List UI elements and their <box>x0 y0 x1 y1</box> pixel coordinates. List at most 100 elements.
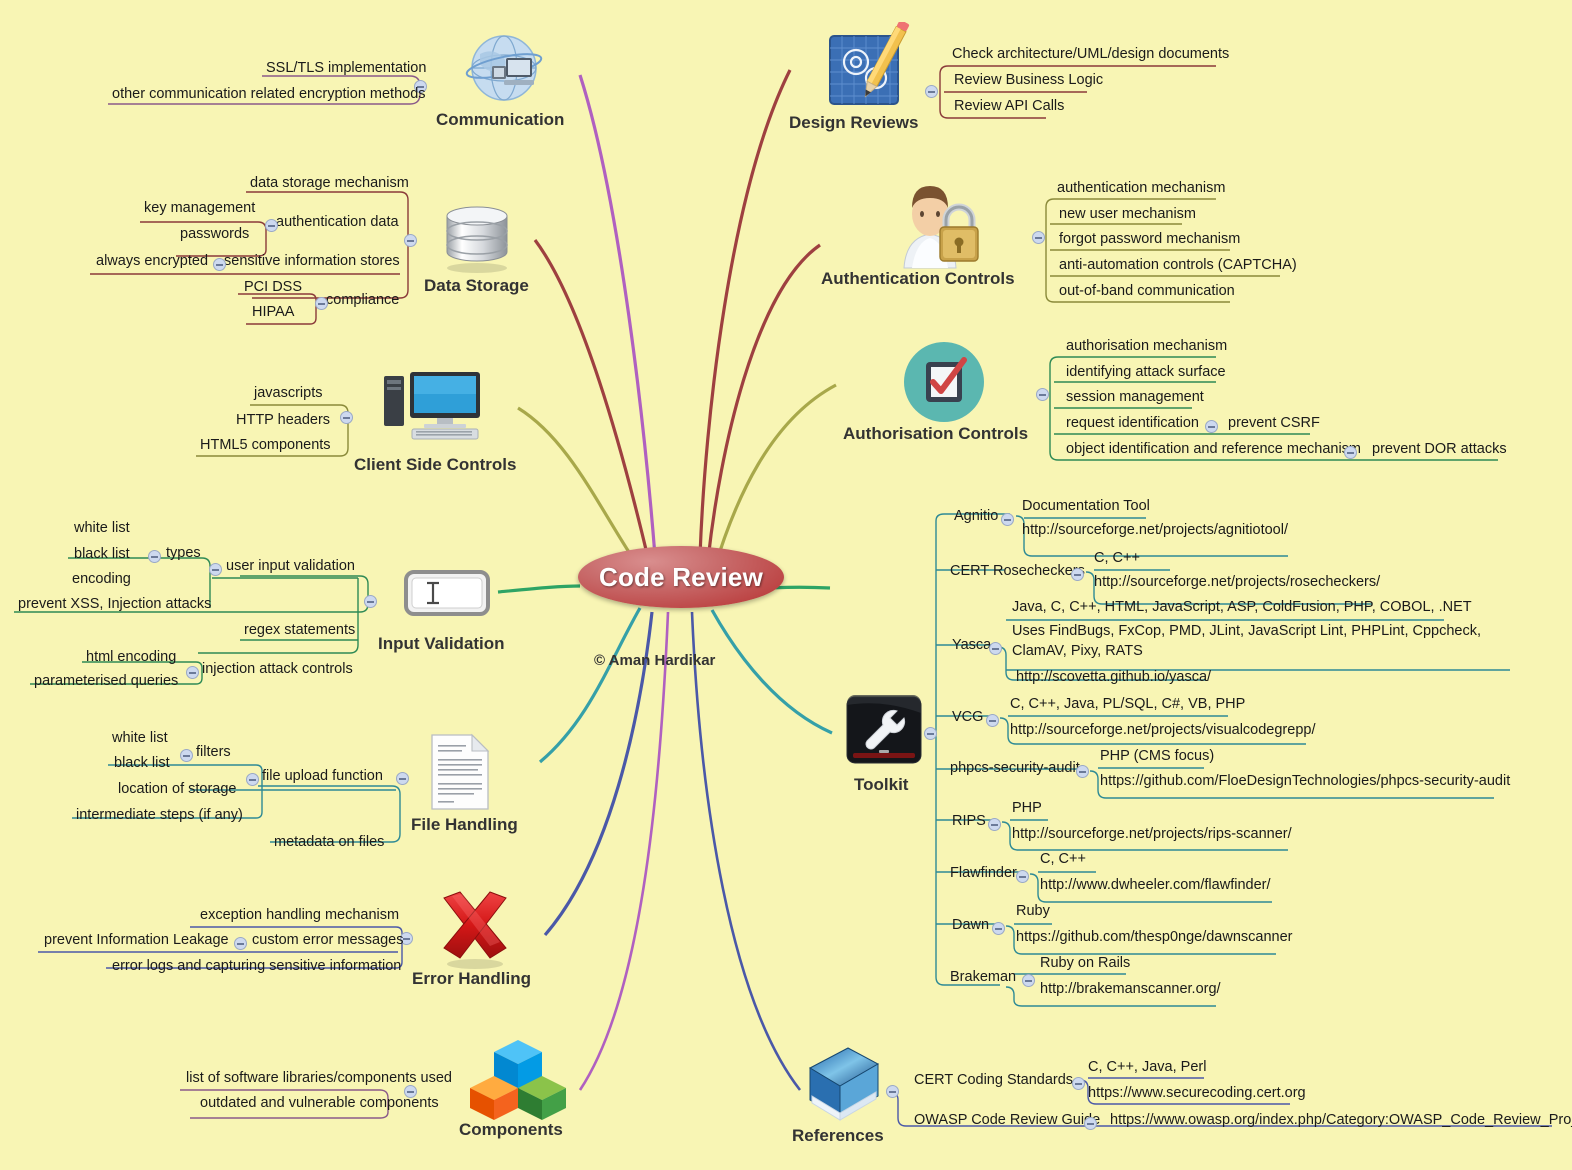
leaf-check-architecture[interactable]: Check architecture/UML/design documents <box>948 44 1233 68</box>
leaf-list-of-libraries[interactable]: list of software libraries/components us… <box>182 1068 456 1092</box>
collapse-dot-toolkit[interactable] <box>924 727 937 740</box>
collapse-dot-compliance[interactable] <box>315 297 328 310</box>
collapse-dot-phpcs[interactable] <box>1076 765 1089 778</box>
collapse-dot-file-upload[interactable] <box>246 773 259 786</box>
leaf-review-business-logic[interactable]: Review Business Logic <box>950 70 1107 94</box>
leaf-authentication-mechanism[interactable]: authentication mechanism <box>1053 178 1229 202</box>
leaf-html-encoding[interactable]: html encoding <box>82 647 180 671</box>
leaf-identifying-attack-surface[interactable]: identifying attack surface <box>1062 362 1230 386</box>
leaf-http-headers[interactable]: HTTP headers <box>232 410 334 434</box>
leaf-review-api-calls[interactable]: Review API Calls <box>950 96 1068 120</box>
leaf-regex-statements[interactable]: regex statements <box>240 620 359 644</box>
leaf-user-input-validation[interactable]: user input validation <box>222 556 359 580</box>
collapse-dot-request-identification[interactable] <box>1205 420 1218 433</box>
leaf-compliance[interactable]: compliance <box>322 290 403 314</box>
tool-url-rips[interactable]: http://sourceforge.net/projects/rips-sca… <box>1008 824 1296 848</box>
leaf-white-list-input[interactable]: white list <box>70 518 134 542</box>
leaf-prevent-csrf[interactable]: prevent CSRF <box>1224 413 1324 437</box>
leaf-other-encryption[interactable]: other communication related encryption m… <box>108 84 430 108</box>
leaf-outdated-components[interactable]: outdated and vulnerable components <box>196 1093 443 1117</box>
collapse-dot-authorisation[interactable] <box>1036 388 1049 401</box>
tool-name-brakeman[interactable]: Brakeman <box>946 967 1020 991</box>
tool-url-vcg[interactable]: http://sourceforge.net/projects/visualco… <box>1006 720 1319 744</box>
tool-url-yasca[interactable]: http://scovetta.github.io/yasca/ <box>1012 667 1215 691</box>
leaf-metadata-on-files[interactable]: metadata on files <box>270 832 388 856</box>
tool-name-phpcs[interactable]: phpcs-security-audit <box>946 758 1084 782</box>
leaf-authentication-data[interactable]: authentication data <box>272 212 403 236</box>
leaf-custom-error-messages[interactable]: custom error messages <box>248 930 408 954</box>
tool-name-rosecheckers[interactable]: CERT Rosecheckers <box>946 561 1089 585</box>
leaf-object-identification[interactable]: object identification and reference mech… <box>1062 439 1365 463</box>
tool-lang-rosecheckers[interactable]: C, C++ <box>1090 548 1144 572</box>
leaf-injection-attack-controls[interactable]: injection attack controls <box>198 659 357 683</box>
leaf-javascripts[interactable]: javascripts <box>250 383 327 407</box>
leaf-parameterised-queries[interactable]: parameterised queries <box>30 671 182 695</box>
leaf-sensitive-info-stores[interactable]: sensitive information stores <box>220 251 404 275</box>
collapse-dot-object-identification[interactable] <box>1344 446 1357 459</box>
collapse-dot-filters[interactable] <box>180 749 193 762</box>
ref-url-owasp[interactable]: https://www.owasp.org/index.php/Category… <box>1106 1110 1572 1134</box>
collapse-dot-authentication-data[interactable] <box>265 219 278 232</box>
leaf-types[interactable]: types <box>162 543 205 567</box>
tool-url-rosecheckers[interactable]: http://sourceforge.net/projects/rosechec… <box>1090 572 1384 596</box>
central-node[interactable]: Code Review <box>578 546 784 608</box>
collapse-dot-data-storage[interactable] <box>404 234 417 247</box>
leaf-intermediate-steps[interactable]: intermediate steps (if any) <box>72 805 247 829</box>
leaf-prevent-xss[interactable]: prevent XSS, Injection attacks <box>14 594 215 618</box>
collapse-dot-references[interactable] <box>886 1085 899 1098</box>
leaf-data-storage-mechanism[interactable]: data storage mechanism <box>246 173 413 197</box>
tool-lang-yasca[interactable]: Java, C, C++, HTML, JavaScript, ASP, Col… <box>1008 597 1476 621</box>
leaf-ssl-tls[interactable]: SSL/TLS implementation <box>262 58 430 82</box>
leaf-filters[interactable]: filters <box>192 742 235 766</box>
collapse-dot-client-side[interactable] <box>340 411 353 424</box>
collapse-dot-rips[interactable] <box>988 818 1001 831</box>
leaf-black-list-file[interactable]: black list <box>110 753 174 777</box>
leaf-out-of-band[interactable]: out-of-band communication <box>1055 281 1239 305</box>
collapse-dot-flawfinder[interactable] <box>1016 870 1029 883</box>
leaf-authorisation-mechanism[interactable]: authorisation mechanism <box>1062 336 1231 360</box>
leaf-prevent-dor[interactable]: prevent DOR attacks <box>1368 439 1511 463</box>
tool-name-flawfinder[interactable]: Flawfinder <box>946 863 1021 887</box>
tool-lang-rips[interactable]: PHP <box>1008 798 1046 822</box>
tool-name-agnitio[interactable]: Agnitio <box>950 506 1002 530</box>
leaf-html5-components[interactable]: HTML5 components <box>196 435 335 459</box>
ref-name-cert[interactable]: CERT Coding Standards <box>910 1070 1077 1094</box>
leaf-exception-handling[interactable]: exception handling mechanism <box>196 905 403 929</box>
collapse-dot-dawn[interactable] <box>992 922 1005 935</box>
tool-name-vcg[interactable]: VCG <box>948 707 987 731</box>
leaf-new-user-mechanism[interactable]: new user mechanism <box>1055 204 1200 228</box>
tool-lang-phpcs[interactable]: PHP (CMS focus) <box>1096 746 1218 770</box>
collapse-dot-vcg[interactable] <box>986 714 999 727</box>
collapse-dot-authentication[interactable] <box>1032 231 1045 244</box>
leaf-hipaa[interactable]: HIPAA <box>248 302 298 326</box>
tool-lang-vcg[interactable]: C, C++, Java, PL/SQL, C#, VB, PHP <box>1006 694 1249 718</box>
leaf-forgot-password[interactable]: forgot password mechanism <box>1055 229 1244 253</box>
collapse-dot-injection-controls[interactable] <box>186 666 199 679</box>
tool-url-phpcs[interactable]: https://github.com/FloeDesignTechnologie… <box>1096 771 1514 795</box>
collapse-dot-types[interactable] <box>148 550 161 563</box>
leaf-encoding[interactable]: encoding <box>68 569 135 593</box>
tool-lang-flawfinder[interactable]: C, C++ <box>1036 849 1090 873</box>
leaf-location-of-storage[interactable]: location of storage <box>114 779 241 803</box>
collapse-dot-custom-errors[interactable] <box>234 937 247 950</box>
collapse-dot-agnitio[interactable] <box>1001 513 1014 526</box>
leaf-anti-automation[interactable]: anti-automation controls (CAPTCHA) <box>1055 255 1301 279</box>
leaf-black-list-input[interactable]: black list <box>70 544 134 568</box>
ref-lang-cert[interactable]: C, C++, Java, Perl <box>1084 1057 1210 1081</box>
tool-lang-dawn[interactable]: Ruby <box>1012 901 1054 925</box>
collapse-dot-user-input-validation[interactable] <box>209 563 222 576</box>
leaf-pci-dss[interactable]: PCI DSS <box>240 277 306 301</box>
tool-uses-yasca[interactable]: Uses FindBugs, FxCop, PMD, JLint, JavaSc… <box>1008 621 1516 664</box>
collapse-dot-design-reviews[interactable] <box>925 85 938 98</box>
tool-url-agnitio[interactable]: http://sourceforge.net/projects/agnitiot… <box>1018 520 1292 544</box>
leaf-white-list-file[interactable]: white list <box>108 728 172 752</box>
tool-name-dawn[interactable]: Dawn <box>948 915 993 939</box>
tool-name-rips[interactable]: RIPS <box>948 811 990 835</box>
tool-lang-brakeman[interactable]: Ruby on Rails <box>1036 953 1134 977</box>
leaf-error-logs[interactable]: error logs and capturing sensitive infor… <box>108 956 405 980</box>
collapse-dot-owasp-guide[interactable] <box>1084 1117 1097 1130</box>
ref-url-cert[interactable]: https://www.securecoding.cert.org <box>1084 1083 1310 1107</box>
collapse-dot-sensitive-info[interactable] <box>213 258 226 271</box>
ref-name-owasp[interactable]: OWASP Code Review Guide <box>910 1110 1104 1134</box>
leaf-passwords[interactable]: passwords <box>176 224 253 248</box>
